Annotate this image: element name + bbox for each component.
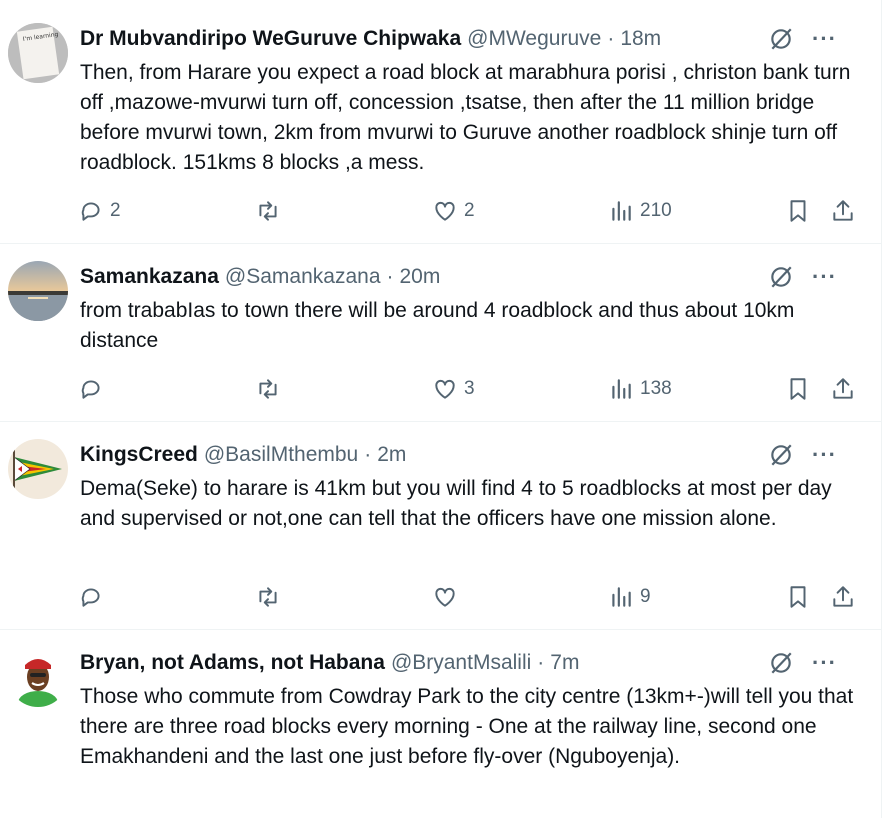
separator-dot: · [364,443,372,466]
tweet-text: Those who commute from Cowdray Park to t… [80,685,854,768]
avatar[interactable] [8,439,68,499]
reply-button[interactable] [78,582,110,612]
share-button[interactable] [830,196,856,226]
header-icons: ··· [768,26,837,52]
view-count: 138 [640,378,672,399]
retweet-icon [259,587,277,607]
tweet[interactable]: I'm learning Dr Mubvandiripo WeGuruve Ch… [0,0,881,244]
grok-icon[interactable] [768,26,794,52]
tweet-header: Samankazana @Samankazana · 20m ··· [80,264,861,290]
header-icons: ··· [768,264,837,290]
views-button[interactable]: 138 [608,374,672,404]
retweet-button[interactable] [255,582,281,612]
display-name[interactable]: Dr Mubvandiripo WeGuruve Chipwaka [80,27,461,51]
views-icon [612,587,631,607]
views-button[interactable]: 210 [608,196,672,226]
header-icons: ··· [768,442,837,468]
view-count: 9 [640,586,651,607]
more-icon[interactable]: ··· [812,26,837,52]
like-button[interactable]: 3 [432,374,475,404]
separator-dot: · [386,265,394,288]
separator-dot: · [607,27,615,50]
action-bar: 2 2 210 [78,196,859,226]
share-icon [833,200,853,221]
share-icon [833,378,853,399]
reply-count: 2 [110,200,121,221]
more-icon[interactable]: ··· [812,264,837,290]
tweet-header: Dr Mubvandiripo WeGuruve Chipwaka @MWegu… [80,26,861,52]
bookmark-button[interactable] [785,582,811,612]
user-handle[interactable]: @MWeguruve [467,27,601,51]
bookmark-button[interactable] [785,196,811,226]
share-icon [833,586,853,607]
like-button[interactable]: 2 [432,196,475,226]
reply-icon [81,588,100,607]
display-name[interactable]: Bryan, not Adams, not Habana [80,651,385,675]
user-handle[interactable]: @BasilMthembu [204,443,358,467]
timestamp[interactable]: 18m [620,27,661,51]
header-icons: ··· [768,650,837,676]
tweet[interactable]: Bryan, not Adams, not Habana @BryantMsal… [0,630,881,818]
user-handle[interactable]: @BryantMsalili [391,651,531,675]
tweet[interactable]: Samankazana @Samankazana · 20m ··· from … [0,244,881,422]
reply-icon [81,202,100,221]
action-bar: 9 [78,582,859,612]
grok-icon[interactable] [768,442,794,468]
tweet-header: Bryan, not Adams, not Habana @BryantMsal… [80,650,861,676]
bookmark-icon [790,378,806,400]
view-count: 210 [640,200,672,221]
display-name[interactable]: KingsCreed [80,443,198,467]
avatar[interactable] [8,261,68,321]
share-button[interactable] [830,374,856,404]
tweet[interactable]: KingsCreed @BasilMthembu · 2m ··· Dema(S… [0,422,881,630]
views-icon [612,379,631,399]
retweet-icon [259,201,277,221]
avatar[interactable]: I'm learning [8,23,68,83]
bookmark-icon [790,200,806,222]
reply-button[interactable] [78,374,110,404]
timestamp[interactable]: 2m [377,443,406,467]
views-button[interactable]: 9 [608,582,651,612]
avatar[interactable] [8,647,68,707]
heart-icon [435,587,455,607]
reply-button[interactable]: 2 [78,196,121,226]
reply-icon [81,380,100,399]
tweet-header: KingsCreed @BasilMthembu · 2m ··· [80,442,861,468]
heart-icon [435,379,455,399]
views-icon [612,201,631,221]
timestamp[interactable]: 20m [400,265,441,289]
tweet-text: from trababIas to town there will be aro… [80,299,795,352]
bookmark-icon [790,586,806,608]
share-button[interactable] [830,582,856,612]
like-button[interactable] [432,582,464,612]
grok-icon[interactable] [768,650,794,676]
like-count: 2 [464,200,475,221]
heart-icon [435,201,455,221]
tweet-text: Then, from Harare you expect a road bloc… [80,61,851,174]
tweet-feed: I'm learning Dr Mubvandiripo WeGuruve Ch… [0,0,882,818]
more-icon[interactable]: ··· [812,442,837,468]
retweet-button[interactable] [255,374,281,404]
retweet-icon [259,379,277,399]
more-icon[interactable]: ··· [812,650,837,676]
timestamp[interactable]: 7m [550,651,579,675]
display-name[interactable]: Samankazana [80,265,219,289]
user-handle[interactable]: @Samankazana [225,265,381,289]
bookmark-button[interactable] [785,374,811,404]
action-bar: 3 138 [78,374,859,404]
grok-icon[interactable] [768,264,794,290]
separator-dot: · [537,651,545,674]
retweet-button[interactable] [255,196,281,226]
like-count: 3 [464,378,475,399]
tweet-text: Dema(Seke) to harare is 41km but you wil… [80,477,832,530]
